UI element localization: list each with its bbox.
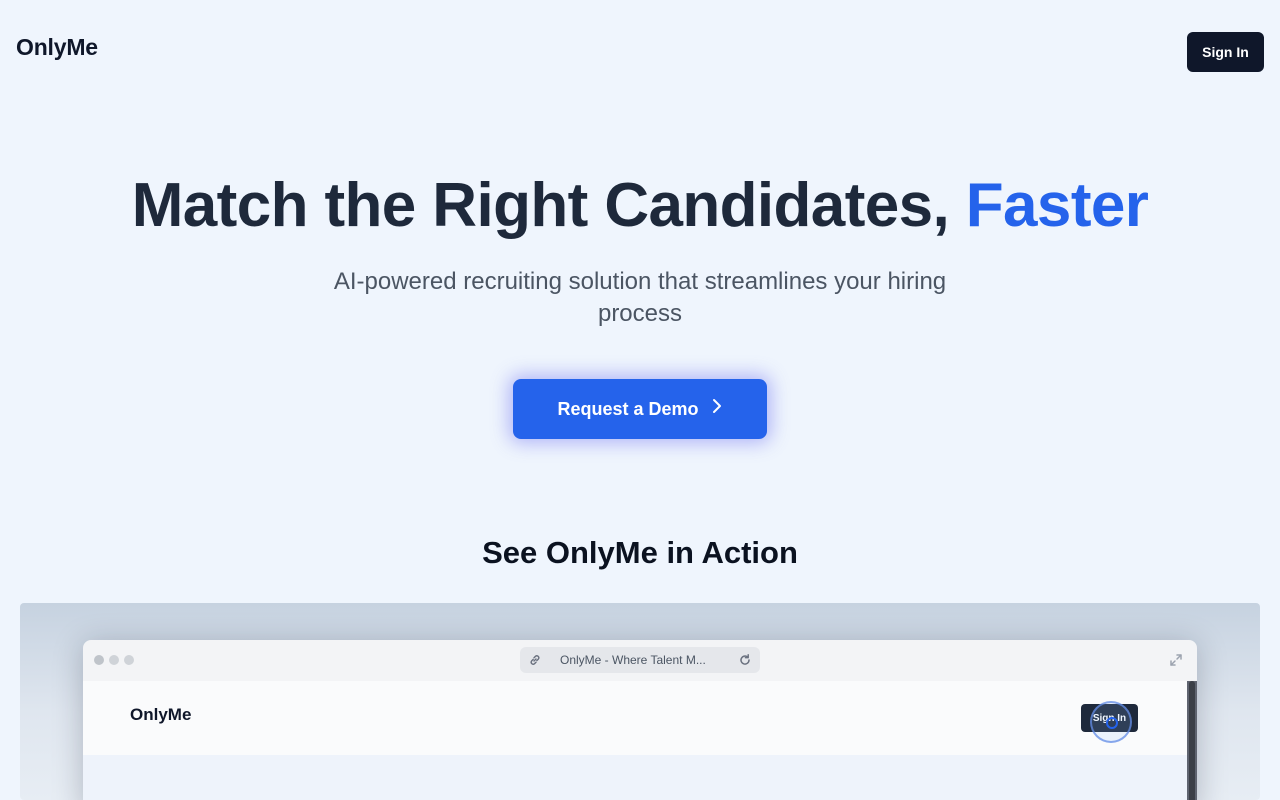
maximize-dot[interactable]	[124, 655, 134, 665]
window-controls	[94, 655, 134, 665]
close-dot[interactable]	[94, 655, 104, 665]
minimize-dot[interactable]	[109, 655, 119, 665]
browser-window: OnlyMe - Where Talent M... OnlyMe Sign I…	[83, 640, 1197, 800]
inner-logo[interactable]: OnlyMe	[130, 705, 191, 725]
hero-subtitle: AI-powered recruiting solution that stre…	[333, 268, 947, 327]
request-demo-button[interactable]: Request a Demo	[513, 379, 767, 439]
inner-scrollbar[interactable]	[1187, 681, 1197, 800]
inner-hero-area	[83, 755, 1197, 800]
logo[interactable]: OnlyMe	[16, 34, 98, 61]
scrollbar-thumb[interactable]	[1189, 681, 1195, 800]
hero-title-accent: Faster	[965, 171, 1149, 240]
request-demo-label: Request a Demo	[557, 398, 699, 419]
hero-title-main: Match the Right Candidates,	[131, 171, 950, 240]
url-bar[interactable]: OnlyMe - Where Talent M...	[520, 647, 760, 673]
sign-in-button[interactable]: Sign In	[1187, 32, 1264, 72]
chevron-right-icon	[711, 398, 723, 414]
click-indicator-core	[1106, 717, 1118, 729]
hero-title: Match the Right Candidates, Faster	[0, 168, 1280, 244]
expand-icon[interactable]	[1169, 653, 1183, 667]
tab-title: OnlyMe - Where Talent M...	[560, 653, 706, 667]
link-icon	[528, 653, 542, 667]
reload-icon[interactable]	[738, 653, 752, 667]
inner-page: OnlyMe Sign In	[83, 681, 1197, 800]
section-title: See OnlyMe in Action	[482, 535, 798, 570]
